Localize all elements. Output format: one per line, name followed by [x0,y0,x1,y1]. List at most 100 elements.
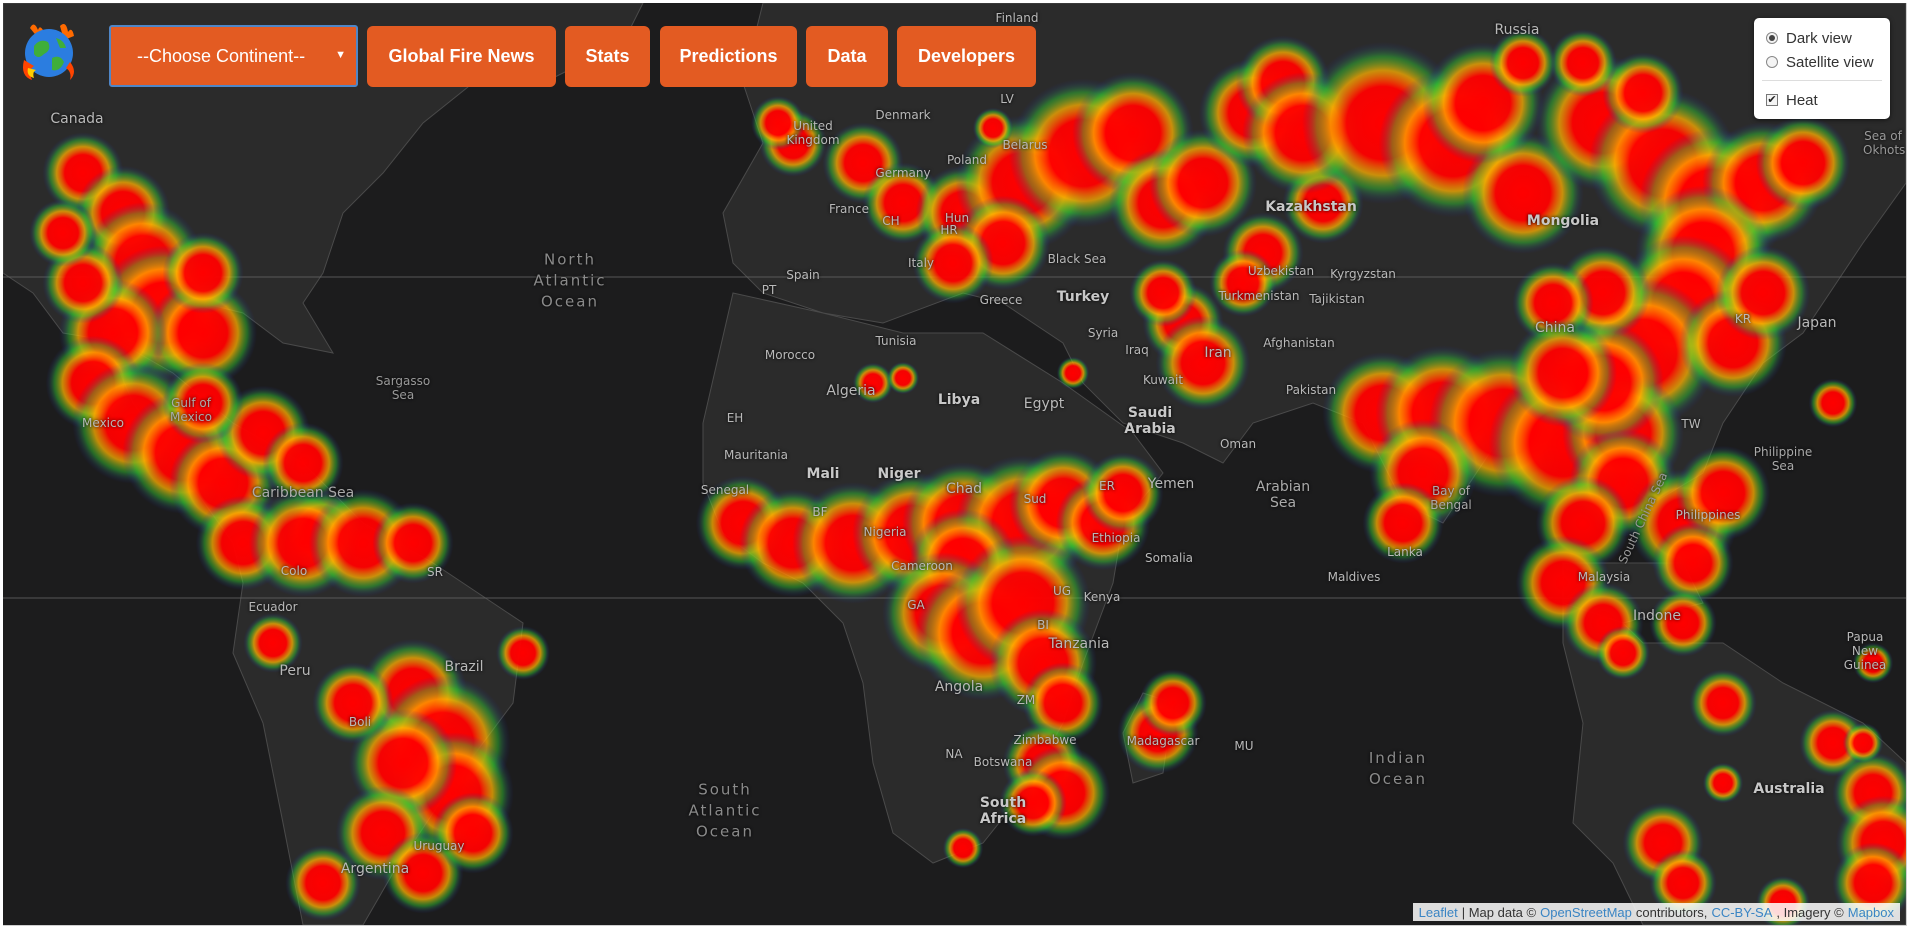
label-eh: EH [726,411,744,425]
label-pt: PT [761,283,777,297]
map-container[interactable]: Canada Finland Russia Denmark United Kin… [3,3,1907,926]
label-caribbean-sea: Caribbean Sea [251,485,355,501]
base-map[interactable] [3,3,1906,925]
label-brazil: Brazil [444,659,484,675]
label-lanka: Lanka [1387,545,1423,559]
label-gulf-of-mexico: Gulf of Mexico [170,396,212,424]
label-belarus: Belarus [1002,138,1048,152]
satellite-view-label: Satellite view [1786,53,1874,71]
stats-button[interactable]: Stats [565,26,650,87]
label-zm: ZM [1016,693,1036,707]
dark-view-option[interactable]: Dark view [1766,28,1852,48]
label-colombia: Colo [280,564,308,578]
heat-option[interactable]: ✔ Heat [1766,90,1818,110]
heat-spot [312,662,394,744]
label-mali: Mali [806,466,840,482]
label-lv: LV [1000,92,1014,106]
label-bi: BI [1037,618,1049,632]
label-malaysia: Malaysia [1577,570,1631,584]
heat-spot [1808,378,1858,428]
heat-spot [1755,115,1851,211]
heat-spot [1056,356,1090,390]
label-mauritania: Mauritania [724,448,788,462]
label-kyrgyzstan: Kyrgyzstan [1330,267,1396,281]
data-button[interactable]: Data [806,26,888,87]
label-niger: Niger [877,466,921,482]
label-madagascar: Madagascar [1126,734,1200,748]
label-bay-of-bengal: Bay of Bengal [1430,484,1472,512]
label-russia: Russia [1494,22,1540,38]
label-greece: Greece [979,293,1023,307]
chevron-down-icon: ▼ [335,49,346,61]
leaflet-link[interactable]: Leaflet [1419,905,1458,920]
label-er: ER [1099,479,1115,493]
label-maldives: Maldives [1327,570,1381,584]
predictions-button[interactable]: Predictions [660,26,797,87]
label-tanzania: Tanzania [1048,636,1110,652]
license-link[interactable]: CC-BY-SA [1711,905,1772,920]
label-angola: Angola [934,679,984,695]
label-oman: Oman [1219,437,1257,451]
dark-view-label: Dark view [1786,29,1852,47]
developers-button[interactable]: Developers [897,26,1036,87]
map-attribution: Leaflet | Map data © OpenStreetMap contr… [1412,903,1900,921]
heat-checkbox[interactable]: ✔ [1766,94,1778,106]
dark-view-radio[interactable] [1766,32,1778,44]
heat-spot [162,232,244,314]
global-fire-news-button[interactable]: Global Fire News [367,26,556,87]
osm-link[interactable]: OpenStreetMap [1540,905,1632,920]
label-japan: Japan [1797,315,1837,331]
label-algeria: Algeria [826,383,876,399]
label-turkey: Turkey [1056,289,1110,305]
label-indonesia: Indone [1633,608,1681,624]
label-tajikistan: Tajikistan [1309,292,1365,306]
label-black-sea: Black Sea [1047,252,1107,266]
label-zimbabwe: Zimbabwe [1013,733,1077,747]
heat-spot [29,199,97,267]
label-poland: Poland [946,153,988,167]
attribution-sep: | Map data © [1461,904,1537,920]
continent-select[interactable]: --Choose Continent-- ▼ [109,25,358,87]
label-chad: Chad [945,481,983,497]
label-iraq: Iraq [1125,343,1149,357]
label-ecuador: Ecuador [248,600,298,614]
label-ethiopia: Ethiopia [1091,531,1141,545]
heat-spot [1689,669,1757,737]
heat-spot [942,827,984,869]
satellite-view-radio[interactable] [1766,56,1778,68]
heat-spot [1715,245,1811,341]
heat-spot [1489,29,1557,97]
label-tw: TW [1681,417,1701,431]
label-ga: GA [907,598,925,612]
heat-spot [1596,626,1650,680]
label-kuwait: Kuwait [1142,373,1184,387]
label-tunisia: Tunisia [875,334,917,348]
label-italy: Italy [907,256,935,270]
app-logo[interactable] [20,20,78,82]
attribution-contributors: contributors, [1635,904,1708,920]
heat-label: Heat [1786,91,1818,109]
label-senegal: Senegal [700,483,750,497]
heat-spot [1702,762,1744,804]
label-bf: BF [812,505,828,519]
label-sudan: Sud [1023,492,1047,506]
label-mongolia: Mongolia [1526,213,1600,229]
label-china: China [1535,320,1575,336]
heat-spot [1129,259,1197,327]
heat-spot [886,361,920,395]
label-sea-of-okhotsk: Sea of Okhots [1863,129,1906,157]
label-syria: Syria [1087,326,1119,340]
label-kenya: Kenya [1083,590,1121,604]
label-egypt: Egypt [1023,396,1065,412]
satellite-view-option[interactable]: Satellite view [1766,52,1874,72]
label-cameroon: Cameroon [891,559,953,573]
label-germany: Germany [875,166,931,180]
label-australia: Australia [1753,781,1825,797]
label-hr: HR [940,223,958,237]
mapbox-link[interactable]: Mapbox [1848,905,1894,920]
attribution-imagery: , Imagery © [1776,904,1844,920]
label-libya: Libya [937,392,981,408]
label-argentina: Argentina [340,861,410,877]
heat-spot [1549,29,1617,97]
heat-spot [496,626,550,680]
